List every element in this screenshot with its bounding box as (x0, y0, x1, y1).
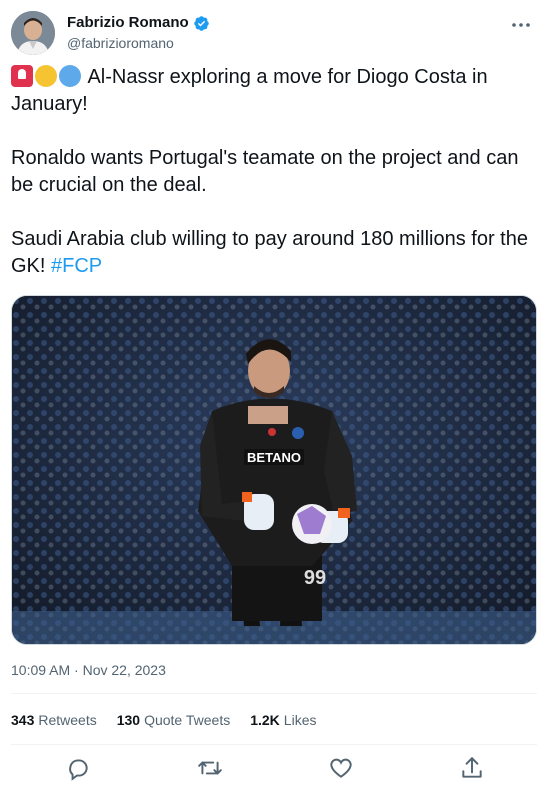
tweet-paragraph-1: Al-Nassr exploring a move for Diogo Cost… (11, 64, 537, 118)
display-name-text: Fabrizio Romano (67, 14, 189, 31)
likes-count: 1.2K (250, 712, 280, 728)
quote-tweets-stat[interactable]: 130 Quote Tweets (117, 710, 231, 730)
quote-tweets-count: 130 (116, 712, 141, 728)
more-options-icon[interactable] (509, 15, 533, 35)
author-names: Fabrizio Romano @fabrizioromano (67, 13, 210, 53)
retweet-icon[interactable] (197, 755, 223, 781)
tweet-line-2: Ronaldo wants Portugal's teamate on the … (11, 147, 519, 196)
tweet-stats: 343 Retweets 130 Quote Tweets 1.2K Likes (11, 710, 316, 730)
retweets-stat[interactable]: 343 Retweets (11, 710, 97, 730)
tweet-actions (11, 750, 537, 786)
quote-tweets-label: Quote Tweets (144, 712, 231, 728)
tweet-timestamp[interactable]: 10:09 AM · Nov 22, 2023 (11, 661, 166, 679)
retweets-count: 343 (11, 712, 35, 728)
divider (11, 744, 537, 745)
author-handle[interactable]: @fabrizioromano (67, 33, 210, 53)
tweet-line-1: Al-Nassr exploring a move for Diogo Cost… (11, 66, 488, 115)
tweet-text: Al-Nassr exploring a move for Diogo Cost… (11, 64, 537, 280)
reply-icon[interactable] (65, 755, 91, 781)
tweet-header: Fabrizio Romano @fabrizioromano (11, 11, 537, 57)
tweet-paragraph-2: Ronaldo wants Portugal's teamate on the … (11, 145, 537, 199)
goalkeeper-photo-icon: BETANO 99 (12, 296, 536, 644)
avatar[interactable] (11, 11, 55, 55)
shirt-number: 99 (304, 567, 326, 589)
tweet-photo[interactable]: BETANO 99 (11, 295, 537, 645)
sponsor-text: BETANO (247, 450, 301, 465)
likes-label: Likes (283, 712, 317, 728)
verified-badge-icon (193, 15, 209, 31)
yellow-circle-emoji-icon (35, 65, 57, 87)
tweet-paragraph-3: Saudi Arabia club willing to pay around … (11, 226, 537, 280)
author-display-name[interactable]: Fabrizio Romano (67, 13, 210, 33)
siren-emoji-icon (11, 65, 33, 87)
hashtag-link[interactable]: #FCP (51, 255, 102, 277)
share-icon[interactable] (459, 755, 485, 781)
blue-circle-emoji-icon (59, 65, 81, 87)
like-icon[interactable] (328, 755, 354, 781)
likes-stat[interactable]: 1.2K Likes (250, 710, 316, 730)
divider (11, 693, 537, 694)
retweets-label: Retweets (38, 712, 97, 728)
